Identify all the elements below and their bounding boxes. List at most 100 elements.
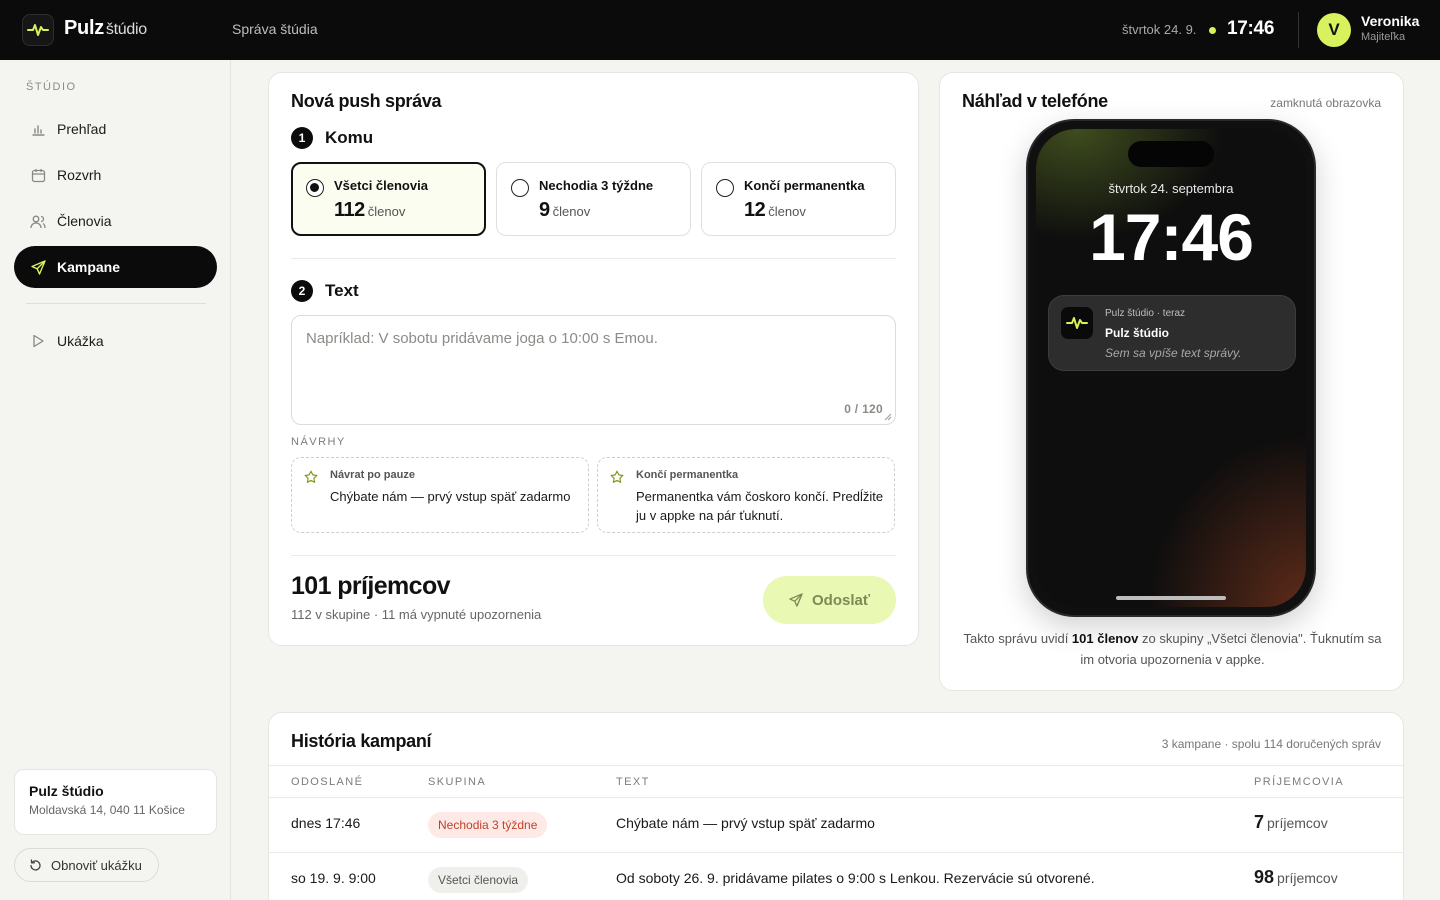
studio-address: Moldavská 14, 040 11 Košice (29, 803, 185, 817)
sent-time: dnes 17:46 (291, 815, 361, 831)
radio-unselected[interactable] (716, 179, 734, 197)
caption-recipient-count: 101 členov (1071, 631, 1139, 646)
column-header-sent[interactable]: ODOSLANÉ (291, 776, 363, 788)
calendar-icon (30, 167, 46, 183)
preview-hint: zamknutá obrazovka (1270, 96, 1381, 110)
column-header-text[interactable]: TEXT (616, 776, 650, 788)
table-header: ODOSLANÉ SKUPINA TEXT PRÍJEMCOVIA (269, 765, 1403, 798)
history-title: História kampaní (291, 731, 432, 751)
notification-title: Pulz štúdio (1105, 326, 1169, 340)
live-dot-icon (1209, 27, 1216, 34)
history-summary: 3 kampane · spolu 114 doručených správ (1161, 737, 1381, 751)
phone-preview-card: Náhľad v telefóne zamknutá obrazovka štv… (939, 72, 1404, 691)
notification-body: Sem sa vpíše text správy. (1105, 346, 1242, 360)
column-header-group[interactable]: SKUPINA (428, 776, 486, 788)
sidebar-item-label: Rozvrh (57, 167, 102, 183)
audience-option-all[interactable]: Všetci členovia 112 členov (291, 162, 486, 236)
studio-name: Pulz štúdio (29, 783, 104, 799)
users-icon (30, 213, 46, 229)
studio-card: Pulz štúdio Moldavská 14, 040 11 Košice (14, 769, 217, 835)
send-label: Odoslať (811, 591, 871, 609)
star-icon (610, 470, 624, 483)
lock-time: 17:46 (1089, 200, 1254, 274)
radio-unselected[interactable] (511, 179, 529, 197)
divider (291, 258, 896, 259)
sidebar-item-label: Ukážka (57, 333, 104, 349)
message-placeholder: Napríklad: V sobotu pridávame joga o 10:… (306, 330, 658, 347)
suggestion-text: Permanentka vám čoskoro končí. Predĺžite… (636, 489, 884, 523)
sidebar-item-kampane[interactable]: Kampane (14, 246, 217, 288)
audience-name: Nechodia 3 týždne (539, 178, 654, 193)
sidebar-item-prehlad[interactable]: Prehľad (14, 108, 217, 150)
sidebar-heading: ŠTÚDIO (26, 81, 77, 93)
step-number: 2 (291, 280, 313, 302)
refresh-label: Obnoviť ukážku (51, 857, 142, 873)
recipient-total: 101 príjemcov (291, 572, 451, 600)
refresh-demo-button[interactable]: Obnoviť ukážku (14, 848, 159, 882)
pulse-logo-icon (22, 14, 54, 46)
recipient-count: 98 príjemcov (1254, 867, 1338, 887)
audience-option-inactive[interactable]: Nechodia 3 týždne 9 členov (496, 162, 691, 236)
notification-meta: Pulz štúdio · teraz (1105, 308, 1186, 319)
step-label-recipients: Komu (325, 128, 374, 147)
group-badge: Všetci členovia (428, 867, 529, 893)
brand-name: Pulz štúdio (64, 17, 147, 39)
message-textarea[interactable]: Napríklad: V sobotu pridávame joga o 10:… (291, 315, 896, 425)
dynamic-island (1128, 141, 1214, 167)
audience-count: 12 členov (744, 199, 806, 221)
campaign-text: Chýbate nám — prvý vstup späť zadarmo (616, 815, 875, 831)
lock-screen: štvrtok 24. septembra 17:46 Pulz štúdio … (1036, 129, 1306, 607)
current-time: 17:46 (1227, 18, 1275, 39)
sidebar-item-rozvrh[interactable]: Rozvrh (14, 154, 217, 196)
audience-name: Všetci členovia (334, 178, 428, 193)
top-bar: Pulz štúdio Správa štúdia štvrtok 24. 9. … (0, 0, 1440, 60)
sent-time: so 19. 9. 9:00 (291, 870, 376, 886)
home-indicator (1116, 596, 1226, 600)
send-icon (30, 259, 46, 275)
sidebar-item-label: Kampane (57, 259, 121, 275)
char-counter: 0 / 120 (844, 402, 883, 416)
preview-caption: Takto správu uvidí 101 členov zo skupiny… (963, 631, 1382, 667)
phone-mockup: štvrtok 24. septembra 17:46 Pulz štúdio … (1026, 119, 1316, 617)
sidebar-item-clenovia[interactable]: Členovia (14, 200, 217, 242)
resize-handle-icon[interactable] (884, 413, 892, 421)
recipient-count: 7 príjemcov (1254, 812, 1328, 832)
column-header-recipients[interactable]: PRÍJEMCOVIA (1254, 776, 1344, 788)
radio-selected[interactable] (306, 179, 324, 197)
suggestions-heading: NÁVRHY (291, 436, 346, 448)
refresh-icon (29, 858, 42, 872)
star-icon (304, 470, 318, 483)
audience-count: 9 členov (539, 199, 591, 221)
send-icon (789, 593, 803, 607)
sidebar-item-label: Prehľad (57, 121, 107, 137)
bar-chart-icon (30, 121, 46, 137)
sidebar: ŠTÚDIO Prehľad Rozvrh Členovia Kampane U… (0, 60, 231, 900)
lock-date: štvrtok 24. septembra (1108, 181, 1234, 196)
user-role: Majiteľka (1361, 31, 1406, 43)
audience-option-expiring[interactable]: Končí permanentka 12 členov (701, 162, 896, 236)
divider (291, 555, 896, 556)
sidebar-divider (26, 303, 206, 304)
compose-title: Nová push správa (291, 91, 442, 111)
campaign-history-card: História kampaní 3 kampane · spolu 114 d… (268, 712, 1404, 900)
app-pulse-icon (1061, 307, 1093, 339)
compose-card: Nová push správa 1 Komu Všetci členovia … (268, 72, 919, 646)
table-row[interactable]: dnes 17:46 Nechodia 3 týždne Chýbate nám… (269, 798, 1403, 853)
send-button[interactable]: Odoslať (763, 576, 896, 624)
current-date: štvrtok 24. 9. (1122, 22, 1197, 37)
user-name[interactable]: Veronika (1361, 13, 1419, 29)
avatar[interactable]: V (1317, 13, 1351, 47)
suggestion-card[interactable]: Návrat po pauze Chýbate nám — prvý vstup… (291, 457, 589, 533)
suggestion-title: Návrat po pauze (330, 469, 415, 481)
play-icon (30, 333, 46, 349)
sidebar-item-ukazka[interactable]: Ukážka (14, 320, 217, 362)
audience-count: 112 členov (334, 199, 406, 221)
brand-sub: štúdio (105, 21, 147, 38)
suggestion-title: Končí permanentka (636, 469, 739, 481)
audience-name: Končí permanentka (744, 178, 865, 193)
suggestion-card[interactable]: Končí permanentka Permanentka vám čoskor… (597, 457, 895, 533)
suggestion-text: Chýbate nám — prvý vstup späť zadarmo (330, 489, 571, 504)
table-row[interactable]: so 19. 9. 9:00 Všetci členovia Od soboty… (269, 853, 1403, 900)
recipient-detail: 112 v skupine · 11 má vypnuté upozorneni… (291, 607, 542, 622)
divider (1298, 12, 1299, 48)
